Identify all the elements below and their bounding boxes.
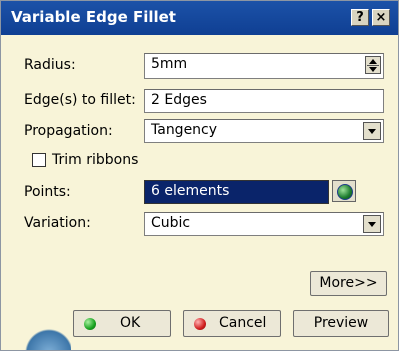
variation-value: Cubic xyxy=(151,215,191,231)
variation-dropdown-button[interactable] xyxy=(363,215,381,233)
close-button[interactable]: × xyxy=(372,9,390,26)
cancel-button[interactable]: Cancel xyxy=(183,310,281,337)
red-dot-icon xyxy=(194,318,206,330)
preview-button[interactable]: Preview xyxy=(293,310,389,337)
variable-edge-fillet-dialog: Variable Edge Fillet ? × Radius: 5mm Edg… xyxy=(0,0,399,351)
spin-up-icon[interactable] xyxy=(369,59,377,64)
title-bar: Variable Edge Fillet ? × xyxy=(1,1,398,35)
radius-input[interactable]: 5mm xyxy=(144,53,384,79)
dialog-title: Variable Edge Fillet xyxy=(11,8,176,26)
variation-select[interactable]: Cubic xyxy=(144,212,384,236)
edges-value: 2 Edges xyxy=(151,92,207,108)
edges-to-fillet-field[interactable]: 2 Edges xyxy=(144,89,384,113)
propagation-value: Tangency xyxy=(151,122,218,138)
trim-ribbons-checkbox[interactable] xyxy=(32,153,46,167)
more-button[interactable]: More>> xyxy=(310,271,387,296)
propagation-dropdown-button[interactable] xyxy=(363,122,381,140)
ok-label: OK xyxy=(120,315,141,331)
propagation-select[interactable]: Tangency xyxy=(144,119,384,143)
radius-value: 5mm xyxy=(151,56,188,72)
radius-spinner[interactable] xyxy=(365,56,381,74)
points-value: 6 elements xyxy=(151,183,230,199)
points-field[interactable]: 6 elements xyxy=(144,180,329,204)
decorative-globe-corner xyxy=(1,319,71,350)
chevron-down-icon xyxy=(368,129,376,134)
trim-ribbons-label: Trim ribbons xyxy=(52,152,139,168)
edges-label: Edge(s) to fillet: xyxy=(24,92,136,108)
globe-icon xyxy=(337,184,353,200)
spin-down-icon[interactable] xyxy=(369,67,377,72)
propagation-label: Propagation: xyxy=(24,123,113,139)
help-button[interactable]: ? xyxy=(351,9,369,26)
points-globe-button[interactable] xyxy=(332,180,356,202)
green-dot-icon xyxy=(84,318,96,330)
points-label: Points: xyxy=(24,184,71,200)
radius-label: Radius: xyxy=(24,57,76,73)
cancel-label: Cancel xyxy=(219,315,267,331)
variation-label: Variation: xyxy=(24,215,91,231)
ok-button[interactable]: OK xyxy=(73,310,171,337)
chevron-down-icon xyxy=(368,222,376,227)
